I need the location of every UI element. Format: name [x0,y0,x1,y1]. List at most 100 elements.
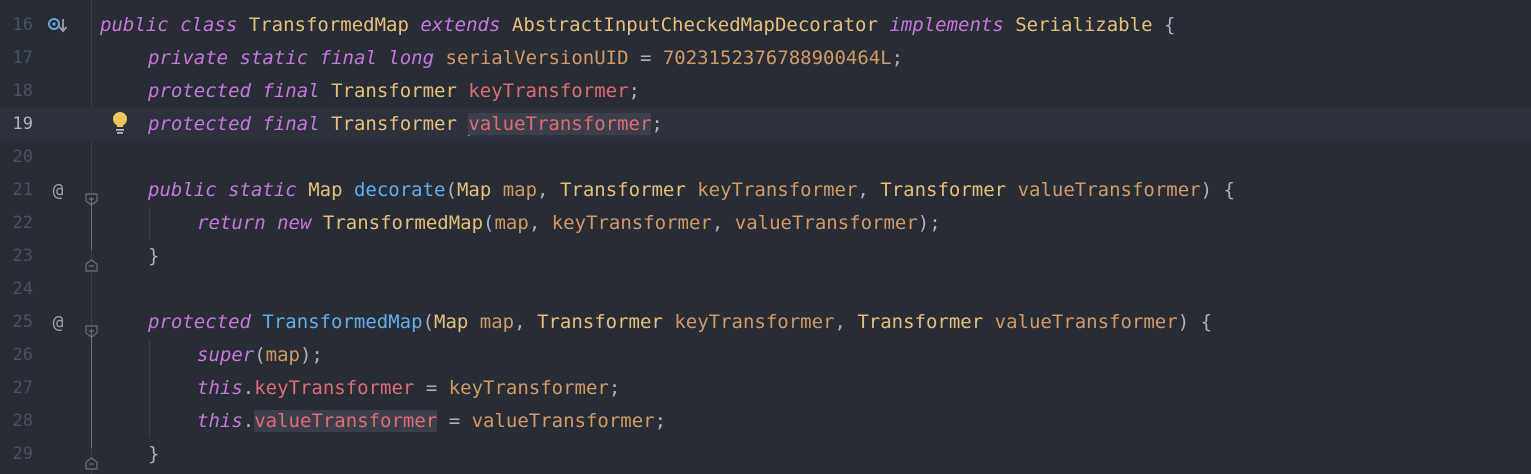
code-token: } [148,443,160,465]
code-token: TransformedMap [262,311,423,333]
code-token: Transformer [559,179,686,201]
at-icon[interactable]: @ [46,174,70,207]
code-line[interactable]: 16 public class TransformedMap extends Ab… [0,9,1531,42]
indent-guide [149,339,150,438]
override-icon[interactable] [46,16,70,36]
code-line[interactable]: 26 super(map); [0,339,1531,372]
code-line[interactable]: 17 private static final long serialVersio… [0,42,1531,75]
code-token: , [537,179,560,201]
code-token: TransformedMap [248,14,409,36]
code-token: ( [445,179,457,201]
code-token: Transformer [331,80,457,102]
code-token: TransformedMap [322,212,484,234]
code-token: final [319,47,377,69]
code-token: ); [299,344,323,366]
code-token: } [148,245,160,267]
line-number: 24 [12,279,33,299]
code-token: class [180,14,238,36]
code-line[interactable]: 21 @ public static Map decorate(Map map, T… [0,174,1531,207]
code-token: private [148,47,229,69]
fold-end-icon[interactable] [85,250,98,272]
code-token: serialVersionUID [445,47,629,69]
code-text[interactable]: private static final long serialVersionU… [148,42,903,75]
code-text[interactable]: super(map); [197,339,323,372]
code-token: ) { [1177,311,1213,333]
line-number: 25 [12,312,33,332]
code-text[interactable]: protected final Transformer keyTransform… [148,75,640,108]
code-text[interactable]: } [148,240,159,273]
line-number: 29 [12,444,33,464]
code-line[interactable]: 29} [0,438,1531,471]
code-text[interactable]: return new TransformedMap(map, keyTransf… [197,207,941,240]
code-line[interactable]: 20 [0,141,1531,174]
code-token: ( [422,311,435,333]
code-line[interactable]: 19 protected final Transformer valueTrans… [0,108,1531,141]
code-token: Transformer [857,311,984,333]
code-text[interactable]: protected final Transformer valueTransfo… [148,108,663,141]
code-text[interactable]: } [148,438,159,471]
code-text[interactable]: protected TransformedMap(Map map, Transf… [148,306,1212,339]
code-line[interactable]: 23} [0,240,1531,273]
code-token: static [239,47,309,69]
code-editor[interactable]: 16 public class TransformedMap extends Ab… [0,0,1531,474]
code-text[interactable]: public class TransformedMap extends Abst… [100,9,1175,42]
line-number: 26 [12,345,33,365]
code-text[interactable]: this.valueTransformer = valueTransformer… [197,405,666,438]
code-line[interactable]: 28 this.valueTransformer = valueTransform… [0,405,1531,438]
code-token: valueTransformer [734,212,918,234]
code-token: valueTransformer [1017,179,1201,201]
code-token: protected [148,311,251,333]
code-text[interactable]: this.keyTransformer = keyTransformer; [197,372,620,405]
code-line[interactable]: 27 this.keyTransformer = keyTransformer; [0,372,1531,405]
code-token: , [514,311,538,333]
code-token: ; [891,47,904,69]
code-token: protected [148,113,251,135]
code-token: ; [628,80,640,102]
code-token: return [197,212,266,234]
code-token: Map [434,311,469,333]
at-icon[interactable]: @ [46,306,70,339]
line-number: 18 [12,81,33,101]
code-token: ( [254,344,266,366]
code-token: keyTransformer [468,80,629,102]
code-token: . [242,410,255,432]
code-token: keyTransformer [254,377,415,399]
code-text[interactable]: public static Map decorate(Map map, Tran… [148,174,1235,207]
code-line[interactable]: 22 return new TransformedMap(map, keyTran… [0,207,1531,240]
fold-collapse-icon[interactable] [85,184,98,206]
code-token: Transformer [331,113,457,135]
fold-collapse-icon[interactable] [85,316,98,338]
code-token: . [242,377,255,399]
intention-bulb-icon[interactable] [110,111,130,137]
code-token: decorate [353,179,446,201]
line-number: 23 [12,246,33,266]
code-token: super [197,344,255,366]
fold-end-icon[interactable] [85,448,98,470]
line-number: 16 [12,15,33,35]
code-token: map [265,344,300,366]
code-token: , [834,311,858,333]
code-token: Transformer [537,311,663,333]
code-token: Transformer [880,179,1007,201]
line-number: 20 [12,147,33,167]
code-token: ( [483,212,495,234]
code-line[interactable]: 18 protected final Transformer keyTransfo… [0,75,1531,108]
code-token: valueTransformer [254,410,438,432]
code-line[interactable]: 24 [0,273,1531,306]
code-token: keyTransformer [551,212,712,234]
line-number: 21 [12,180,33,200]
code-line[interactable]: 25 @ protected TransformedMap(Map map, Tra… [0,306,1531,339]
